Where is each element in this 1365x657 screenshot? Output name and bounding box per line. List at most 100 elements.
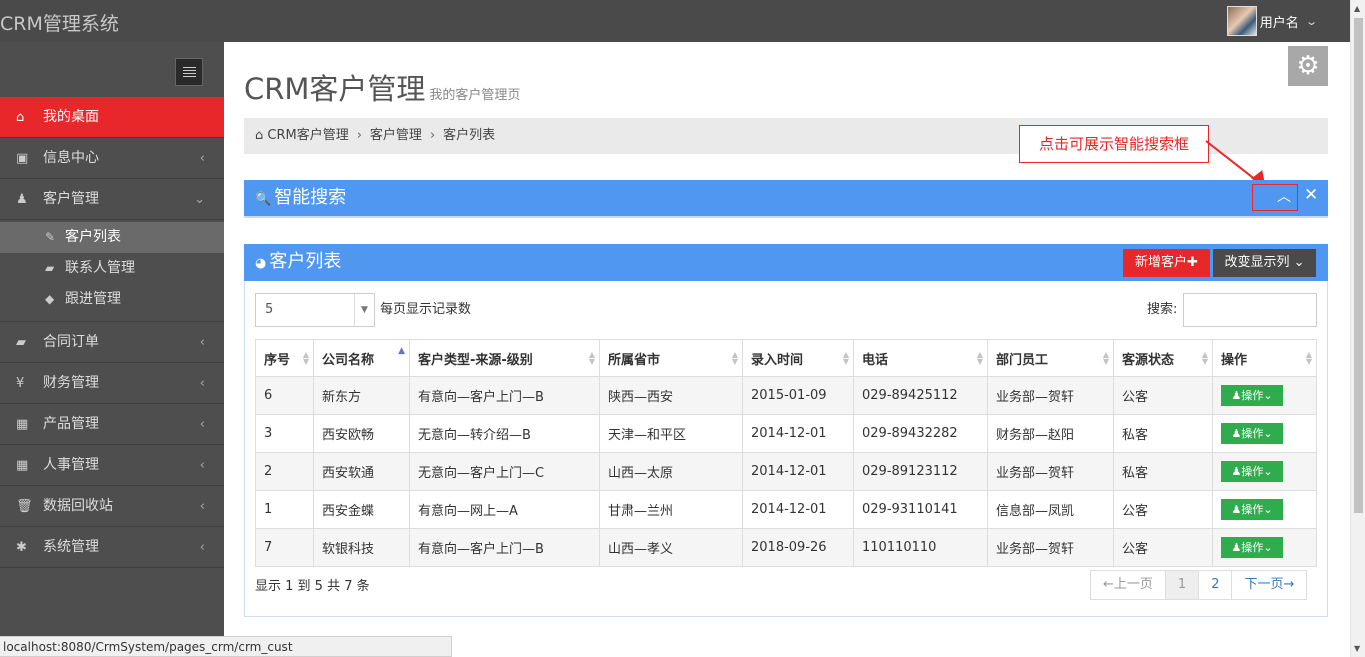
sidebar-item-label: 我的桌面 [43, 109, 99, 125]
sidebar-subitem-label: 跟进管理 [65, 291, 121, 307]
sort-asc-icon: ▲ [398, 346, 405, 356]
column-header[interactable]: 公司名称 ▲ [313, 339, 410, 377]
home-icon: ⌂ [255, 128, 268, 143]
add-customer-label: 新增客户 [1135, 255, 1188, 270]
sidebar-subitem-followup[interactable]: ◆ 跟进管理 [0, 284, 224, 315]
column-header[interactable]: 部门员工 ▲ ▼ [987, 339, 1114, 377]
expand-search-button[interactable]: ︿ [1252, 184, 1298, 211]
home-icon: ⌂ [16, 110, 25, 125]
customer-list-panel: ◕ 客户列表 新增客户✚ 改变显示列 ⌄ 5 ▼ 每页显示记录数 搜索: 序号 ▲ ▼… [244, 244, 1328, 617]
row-action-button[interactable]: ♟操作⌄ [1221, 385, 1283, 406]
sidebar-item-products[interactable]: ▦ 产品管理 ‹ [0, 404, 224, 445]
column-header-label: 部门员工 [996, 352, 1049, 368]
sidebar-item-recycle-bin[interactable]: 🗑 数据回收站 ‹ [0, 486, 224, 527]
row-action-button[interactable]: ♟操作⌄ [1221, 537, 1283, 558]
sidebar-item-customers[interactable]: ♟ 客户管理 ⌄ [0, 179, 224, 220]
column-header[interactable]: 客户类型-来源-级别 ▲ ▼ [409, 339, 600, 377]
page-scrollbar[interactable]: ▲ ▼ [1350, 0, 1365, 657]
close-icon[interactable]: ✕ [1304, 185, 1318, 205]
search-input[interactable] [1183, 293, 1317, 327]
table-cell: 有意向—客户上门—B [409, 528, 600, 567]
yen-icon: ¥ [16, 376, 25, 391]
table-cell: 公客 [1113, 376, 1213, 415]
table-cell: 029-89123112 [853, 452, 988, 491]
sidebar-subitem-contacts[interactable]: ▰ 联系人管理 [0, 253, 224, 284]
smart-search-panel: 🔍 智能搜索 ︿ ✕ [244, 180, 1328, 218]
column-header[interactable]: 电话 ▲ ▼ [853, 339, 988, 377]
grid-icon: ▦ [16, 458, 29, 473]
table-cell: ♟操作⌄ [1212, 490, 1317, 529]
table-cell: 029-93110141 [853, 490, 988, 529]
table-cell: 西安欧畅 [313, 414, 410, 453]
grid-icon: ▦ [16, 417, 29, 432]
page-button-1[interactable]: 1 [1164, 571, 1199, 599]
column-header-label: 电话 [862, 352, 889, 368]
row-action-label: 操作 [1241, 541, 1264, 554]
row-action-button[interactable]: ♟操作⌄ [1221, 423, 1283, 444]
table-row: 2 西安软通 无意向—客户上门—C 山西—太原 2014-12-01 029-8… [255, 452, 1317, 491]
user-menu[interactable]: 用户名 ⌄ [1226, 6, 1318, 36]
table-cell: 2014-12-01 [742, 452, 854, 491]
sidebar-item-finance[interactable]: ¥ 财务管理 ‹ [0, 363, 224, 404]
next-page-button[interactable]: 下一页→ [1231, 571, 1306, 599]
scrollbar-thumb[interactable] [1354, 18, 1363, 513]
sort-icon: ▲ ▼ [842, 350, 849, 366]
row-action-button[interactable]: ♟操作⌄ [1221, 461, 1283, 482]
page-button-2[interactable]: 2 [1198, 571, 1231, 599]
breadcrumb-item[interactable]: 客户管理 [370, 128, 422, 143]
page-length-value: 5 [265, 302, 274, 317]
page-subtitle: 我的客户管理页 [429, 88, 521, 103]
chevron-down-icon: ⌄ [1304, 14, 1318, 28]
page-title: CRM客户管理 我的客户管理页 [244, 66, 520, 108]
app-brand: CRM管理系统 [0, 13, 119, 35]
search-icon: 🔍 [255, 192, 272, 207]
chevron-left-icon: ‹ [199, 376, 205, 391]
gear-icon[interactable]: ⚙ [1288, 46, 1328, 86]
scroll-down-icon[interactable]: ▼ [1354, 644, 1360, 653]
scroll-up-icon[interactable]: ▲ [1354, 4, 1360, 13]
sidebar-toggle-button[interactable] [175, 58, 203, 86]
chevron-right-icon: › [429, 128, 436, 143]
column-header[interactable]: 操作 ▲ ▼ [1212, 339, 1317, 377]
gear-icon: ✱ [16, 540, 27, 555]
sidebar-item-label: 产品管理 [43, 416, 99, 432]
table-cell: 财务部—赵阳 [987, 414, 1114, 453]
top-bar: CRM管理系统 用户名 ⌄ [0, 0, 1350, 42]
table-cell: 天津—和平区 [599, 414, 743, 453]
table-cell: 私客 [1113, 452, 1213, 491]
sidebar-item-system[interactable]: ✱ 系统管理 ‹ [0, 527, 224, 568]
table-cell: 业务部—贺轩 [987, 452, 1114, 491]
chevron-left-icon: ‹ [199, 540, 205, 555]
main-content: ⚙ CRM客户管理 我的客户管理页 ⌂ CRM客户管理 › 客户管理 › 客户列表 点击可… [224, 42, 1350, 657]
table-cell: 1 [255, 490, 314, 529]
sidebar-subitem-customer-list[interactable]: ✎ 客户列表 [0, 222, 224, 253]
table-row: 6 新东方 有意向—客户上门—B 陕西—西安 2015-01-09 029-89… [255, 376, 1317, 415]
chevron-left-icon: ‹ [199, 335, 205, 350]
column-header[interactable]: 序号 ▲ ▼ [255, 339, 314, 377]
sidebar-item-label: 系统管理 [43, 539, 99, 555]
breadcrumb-item[interactable]: CRM客户管理 [267, 128, 348, 143]
row-action-label: 操作 [1241, 427, 1264, 440]
table-cell: ♟操作⌄ [1212, 414, 1317, 453]
add-customer-button[interactable]: 新增客户✚ [1123, 249, 1210, 277]
column-header-label: 录入时间 [751, 352, 804, 368]
sidebar-item-info-center[interactable]: ▣ 信息中心 ‹ [0, 138, 224, 179]
user-icon: ♟ [16, 192, 28, 207]
column-header[interactable]: 所属省市 ▲ ▼ [599, 339, 743, 377]
sidebar-item-hr[interactable]: ▦ 人事管理 ‹ [0, 445, 224, 486]
customer-table: 序号 ▲ ▼ 公司名称 ▲ 客户类型-来源-级别 ▲ ▼ 所属省市 ▲ ▼ 录入时间 ▲ ▼ 电话… [255, 339, 1317, 567]
sidebar-item-contracts[interactable]: ▰ 合同订单 ‹ [0, 322, 224, 363]
table-cell: 2015-01-09 [742, 376, 854, 415]
column-header[interactable]: 客源状态 ▲ ▼ [1113, 339, 1213, 377]
table-cell: 029-89432282 [853, 414, 988, 453]
customer-list-header: ◕ 客户列表 新增客户✚ 改变显示列 ⌄ [244, 244, 1328, 281]
sidebar-item-desktop[interactable]: ⌂ 我的桌面 [0, 97, 224, 138]
page-length-select[interactable]: 5 ▼ [255, 293, 375, 327]
chevron-down-icon: ⌄ [1293, 255, 1305, 270]
column-header[interactable]: 录入时间 ▲ ▼ [742, 339, 854, 377]
prev-page-button[interactable]: ←上一页 [1091, 571, 1165, 599]
browser-status-bar: localhost:8080/CrmSystem/pages_crm/crm_c… [0, 636, 452, 657]
row-action-button[interactable]: ♟操作⌄ [1221, 499, 1283, 520]
change-columns-button[interactable]: 改变显示列 ⌄ [1213, 249, 1316, 277]
column-header-label: 客户类型-来源-级别 [418, 352, 533, 368]
